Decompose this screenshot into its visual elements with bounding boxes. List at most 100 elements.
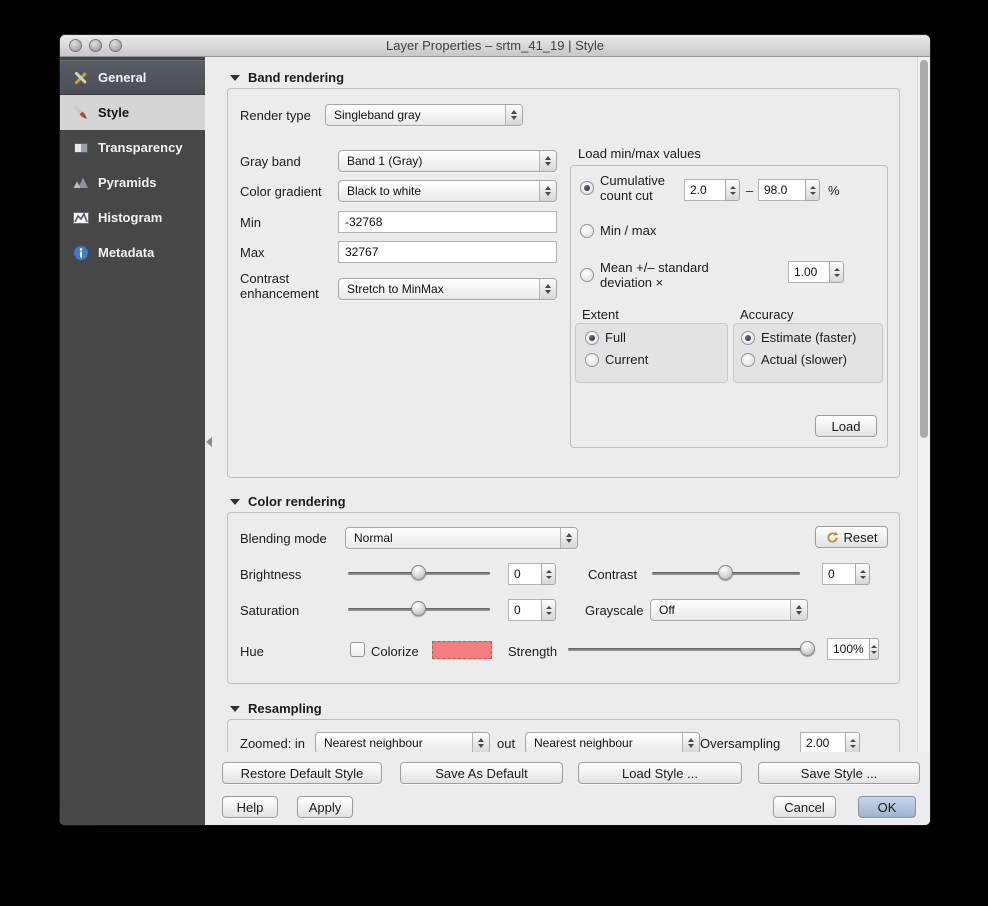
window-controls [69, 39, 122, 52]
save-as-default-button[interactable]: Save As Default [400, 762, 563, 784]
button-label: Apply [309, 800, 342, 815]
stddev-spinbox[interactable]: 1.00 [788, 261, 844, 283]
cumulative-radio[interactable] [580, 181, 594, 195]
histogram-icon [72, 209, 90, 227]
help-button[interactable]: Help [222, 796, 278, 818]
sidebar-item-general[interactable]: General [60, 60, 205, 95]
collapse-triangle-icon[interactable] [230, 499, 240, 505]
reset-button[interactable]: Reset [815, 526, 888, 548]
strength-value: 100% [827, 638, 869, 660]
strength-label: Strength [508, 644, 557, 659]
sidebar-item-transparency[interactable]: Transparency [60, 130, 205, 165]
scrollbar-thumb[interactable] [920, 60, 928, 438]
zoom-button[interactable] [109, 39, 122, 52]
oversampling-label: Oversampling [700, 736, 780, 751]
restore-default-style-button[interactable]: Restore Default Style [222, 762, 382, 784]
minimize-button[interactable] [89, 39, 102, 52]
stepper-arrows-icon[interactable] [869, 638, 879, 660]
accuracy-estimate-radio[interactable] [741, 331, 755, 345]
extent-full-radio[interactable] [585, 331, 599, 345]
accuracy-actual-radio[interactable] [741, 353, 755, 367]
save-style-button[interactable]: Save Style ... [758, 762, 920, 784]
collapse-arrow-icon[interactable] [206, 437, 212, 447]
extent-current-radio[interactable] [585, 353, 599, 367]
slider-thumb[interactable] [718, 565, 733, 580]
stepper-arrows-icon[interactable] [725, 179, 740, 201]
sidebar-item-metadata[interactable]: Metadata [60, 235, 205, 270]
zoomed-in-select[interactable]: Nearest neighbour [315, 732, 490, 752]
slider-thumb[interactable] [411, 601, 426, 616]
color-gradient-value: Black to white [347, 184, 421, 198]
load-button[interactable]: Load [815, 415, 877, 437]
vertical-scrollbar[interactable] [917, 57, 930, 752]
cancel-button[interactable]: Cancel [773, 796, 836, 818]
blending-mode-select[interactable]: Normal [345, 527, 578, 549]
percent-label: % [828, 183, 840, 198]
accuracy-estimate-option[interactable]: Estimate (faster) [741, 330, 856, 345]
band-rendering-header[interactable]: Band rendering [230, 70, 344, 85]
slider-thumb[interactable] [800, 641, 815, 656]
min-value: -32768 [345, 215, 382, 229]
sidebar-item-style[interactable]: Style [60, 95, 205, 130]
load-style-button[interactable]: Load Style ... [578, 762, 742, 784]
mean-stddev-radio[interactable] [580, 268, 594, 282]
sidebar-item-label: Histogram [98, 210, 162, 225]
strength-spinbox[interactable]: 100% [827, 638, 879, 660]
grayscale-value: Off [659, 603, 675, 617]
gray-band-value: Band 1 (Gray) [347, 154, 422, 168]
cumulative-max-spinbox[interactable]: 98.0 [758, 179, 820, 201]
resampling-header[interactable]: Resampling [230, 701, 322, 716]
brightness-label: Brightness [240, 567, 301, 582]
stepper-arrows-icon[interactable] [845, 732, 860, 752]
brightness-slider[interactable] [348, 565, 490, 581]
color-gradient-select[interactable]: Black to white [338, 180, 557, 202]
min-input[interactable]: -32768 [338, 211, 557, 233]
zoomed-out-select[interactable]: Nearest neighbour [525, 732, 700, 752]
stepper-arrows-icon[interactable] [805, 179, 820, 201]
colorize-checkbox[interactable] [350, 642, 365, 657]
slider-thumb[interactable] [411, 565, 426, 580]
button-label: Load Style ... [622, 766, 698, 781]
contrast-spinbox[interactable]: 0 [822, 563, 870, 585]
color-rendering-header[interactable]: Color rendering [230, 494, 346, 509]
collapse-triangle-icon[interactable] [230, 75, 240, 81]
accuracy-actual-option[interactable]: Actual (slower) [741, 352, 847, 367]
ok-button[interactable]: OK [858, 796, 916, 818]
collapse-triangle-icon[interactable] [230, 706, 240, 712]
gray-band-select[interactable]: Band 1 (Gray) [338, 150, 557, 172]
zoomed-out-value: Nearest neighbour [534, 736, 633, 750]
strength-slider[interactable] [568, 641, 815, 657]
close-button[interactable] [69, 39, 82, 52]
colorize-label: Colorize [371, 644, 419, 659]
contrast-label: Contrast [588, 567, 637, 582]
render-type-select[interactable]: Singleband gray [325, 104, 523, 126]
sidebar-item-pyramids[interactable]: Pyramids [60, 165, 205, 200]
cumulative-count-cut-option[interactable]: Cumulative count cut [580, 173, 692, 203]
apply-button[interactable]: Apply [297, 796, 353, 818]
cumulative-label: Cumulative count cut [600, 173, 680, 203]
cumulative-min-spinbox[interactable]: 2.0 [684, 179, 740, 201]
minmax-option[interactable]: Min / max [580, 223, 656, 238]
grayscale-select[interactable]: Off [650, 599, 808, 621]
stepper-arrows-icon[interactable] [541, 599, 556, 621]
title-bar[interactable]: Layer Properties – srtm_41_19 | Style [60, 35, 930, 57]
stddev-value: 1.00 [788, 261, 829, 283]
brightness-spinbox[interactable]: 0 [508, 563, 556, 585]
style-icon [72, 104, 90, 122]
max-input[interactable]: 32767 [338, 241, 557, 263]
saturation-spinbox[interactable]: 0 [508, 599, 556, 621]
contrast-slider[interactable] [652, 565, 800, 581]
contrast-enhancement-select[interactable]: Stretch to MinMax [338, 278, 557, 300]
mean-stddev-option[interactable]: Mean +/– standard deviation × [580, 260, 760, 290]
minmax-radio[interactable] [580, 224, 594, 238]
extent-full-option[interactable]: Full [585, 330, 626, 345]
stepper-arrows-icon[interactable] [855, 563, 870, 585]
sidebar-item-histogram[interactable]: Histogram [60, 200, 205, 235]
oversampling-spinbox[interactable]: 2.00 [800, 732, 860, 752]
stepper-arrows-icon[interactable] [541, 563, 556, 585]
stepper-arrows-icon[interactable] [829, 261, 844, 283]
saturation-slider[interactable] [348, 601, 490, 617]
extent-current-option[interactable]: Current [585, 352, 648, 367]
load-button-label: Load [832, 419, 861, 434]
colorize-color-swatch[interactable] [432, 641, 492, 659]
